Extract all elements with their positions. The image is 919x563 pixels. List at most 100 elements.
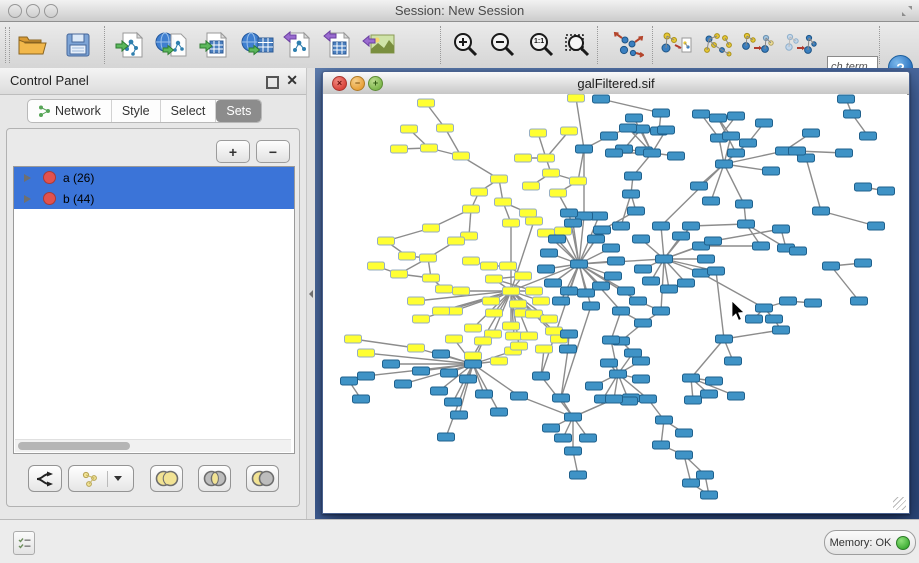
- import-table-file-button[interactable]: [195, 25, 235, 65]
- graph-node[interactable]: [878, 187, 895, 195]
- graph-node[interactable]: [594, 226, 611, 234]
- graph-node[interactable]: [545, 279, 562, 287]
- collapse-arrow-icon[interactable]: [309, 290, 313, 298]
- graph-node[interactable]: [418, 99, 435, 107]
- graph-node[interactable]: [451, 411, 468, 419]
- graph-node[interactable]: [805, 299, 822, 307]
- graph-node[interactable]: [728, 149, 745, 157]
- graph-node[interactable]: [868, 222, 885, 230]
- graph-node[interactable]: [481, 262, 498, 270]
- graph-node[interactable]: [561, 127, 578, 135]
- graph-node[interactable]: [706, 377, 723, 385]
- graph-node[interactable]: [401, 125, 418, 133]
- graph-node[interactable]: [661, 285, 678, 293]
- graph-node[interactable]: [601, 132, 618, 140]
- graph-node[interactable]: [676, 429, 693, 437]
- expander-icon[interactable]: [24, 195, 31, 203]
- graph-node[interactable]: [561, 330, 578, 338]
- venn-intersection-button[interactable]: [198, 465, 231, 492]
- graph-node[interactable]: [500, 262, 517, 270]
- graph-node[interactable]: [431, 387, 448, 395]
- graph-node[interactable]: [623, 190, 640, 198]
- graph-node[interactable]: [633, 357, 650, 365]
- split-set-button[interactable]: [28, 465, 62, 492]
- graph-node[interactable]: [644, 149, 661, 157]
- graph-node[interactable]: [460, 375, 477, 383]
- graph-node[interactable]: [543, 424, 560, 432]
- graph-node[interactable]: [606, 149, 623, 157]
- graph-node[interactable]: [555, 227, 572, 235]
- tab-style[interactable]: Style: [112, 100, 161, 122]
- graph-node[interactable]: [506, 332, 523, 340]
- graph-node[interactable]: [571, 260, 588, 268]
- graph-node[interactable]: [658, 126, 675, 134]
- graph-node[interactable]: [653, 109, 670, 117]
- graph-node[interactable]: [586, 382, 603, 390]
- graph-node[interactable]: [603, 336, 620, 344]
- graph-node[interactable]: [383, 360, 400, 368]
- graph-node[interactable]: [716, 335, 733, 343]
- graph-node[interactable]: [553, 394, 570, 402]
- graph-node[interactable]: [591, 212, 608, 220]
- graph-node[interactable]: [465, 360, 482, 368]
- export-network-button[interactable]: [278, 25, 318, 65]
- import-table-web-button[interactable]: [238, 25, 278, 65]
- network-canvas[interactable]: [323, 94, 907, 511]
- merge-networks-button[interactable]: [737, 25, 777, 65]
- zoom-actual-size-button[interactable]: 1:1: [521, 25, 561, 65]
- graph-node[interactable]: [698, 255, 715, 263]
- export-table-button[interactable]: [318, 25, 358, 65]
- graph-node[interactable]: [533, 372, 550, 380]
- graph-node[interactable]: [538, 154, 555, 162]
- network-frame[interactable]: × − + galFiltered.sif: [322, 71, 910, 514]
- graph-node[interactable]: [463, 257, 480, 265]
- graph-node[interactable]: [618, 287, 635, 295]
- graph-node[interactable]: [710, 114, 727, 122]
- graph-node[interactable]: [436, 285, 453, 293]
- frame-resize-grip[interactable]: [893, 497, 906, 510]
- graph-node[interactable]: [446, 335, 463, 343]
- graph-node[interactable]: [437, 124, 454, 132]
- graph-node[interactable]: [391, 270, 408, 278]
- graph-node[interactable]: [521, 332, 538, 340]
- graph-node[interactable]: [836, 149, 853, 157]
- graph-node[interactable]: [613, 307, 630, 315]
- graph-node[interactable]: [555, 434, 572, 442]
- graph-node[interactable]: [510, 300, 527, 308]
- graph-node[interactable]: [838, 95, 855, 103]
- tab-select[interactable]: Select: [161, 100, 217, 122]
- graph-node[interactable]: [773, 225, 790, 233]
- graph-node[interactable]: [543, 169, 560, 177]
- graph-node[interactable]: [465, 324, 482, 332]
- network-from-selection-button[interactable]: [657, 25, 697, 65]
- zoom-selected-button[interactable]: [557, 25, 597, 65]
- graph-node[interactable]: [536, 345, 553, 353]
- graph-node[interactable]: [541, 315, 558, 323]
- graph-node[interactable]: [495, 198, 512, 206]
- float-panel-icon[interactable]: [266, 76, 279, 89]
- graph-node[interactable]: [613, 222, 630, 230]
- graph-node[interactable]: [526, 217, 543, 225]
- graph-node[interactable]: [746, 315, 763, 323]
- graph-node[interactable]: [723, 132, 740, 140]
- tab-sets[interactable]: Sets: [216, 100, 261, 122]
- graph-node[interactable]: [503, 287, 520, 295]
- graph-node[interactable]: [565, 447, 582, 455]
- graph-node[interactable]: [423, 224, 440, 232]
- graph-node[interactable]: [368, 262, 385, 270]
- graph-node[interactable]: [625, 172, 642, 180]
- graph-node[interactable]: [756, 119, 773, 127]
- tab-network[interactable]: Network: [28, 100, 112, 122]
- task-history-button[interactable]: [13, 531, 35, 555]
- graph-node[interactable]: [565, 413, 582, 421]
- graph-node[interactable]: [635, 265, 652, 273]
- network-graph[interactable]: [323, 94, 907, 511]
- remove-set-button[interactable]: −: [256, 140, 290, 163]
- graph-node[interactable]: [421, 144, 438, 152]
- graph-node[interactable]: [561, 209, 578, 217]
- graph-node[interactable]: [433, 350, 450, 358]
- graph-node[interactable]: [491, 408, 508, 416]
- graph-node[interactable]: [656, 416, 673, 424]
- graph-node[interactable]: [705, 237, 722, 245]
- graph-node[interactable]: [716, 160, 733, 168]
